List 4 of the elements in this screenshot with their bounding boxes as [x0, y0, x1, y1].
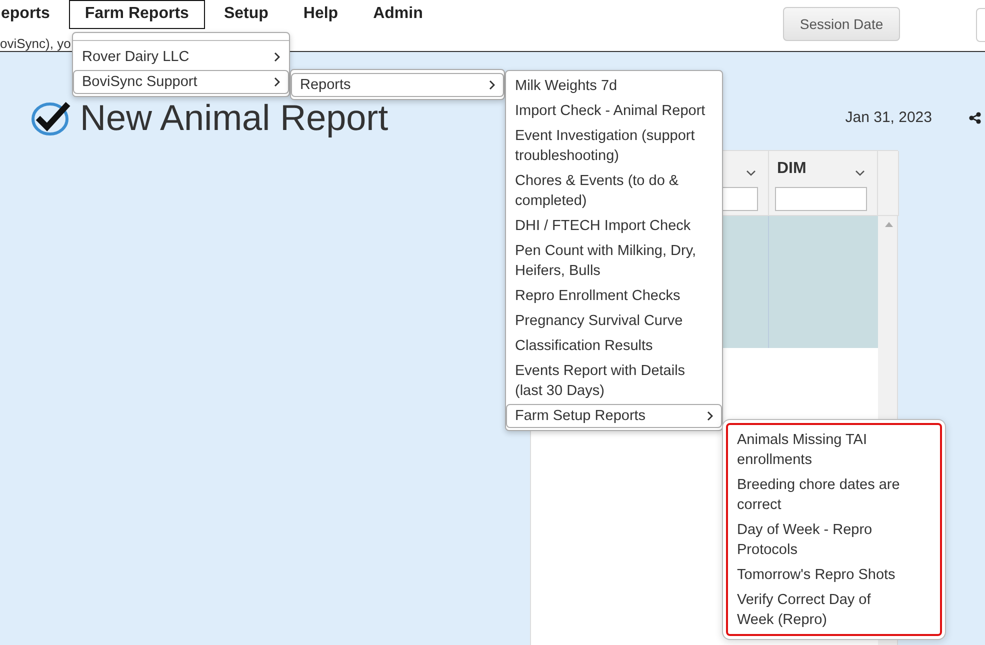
- page-title: New Animal Report: [80, 98, 388, 138]
- column-title: DIM: [777, 160, 806, 177]
- date-text: Jan 31, 2023: [845, 108, 932, 128]
- subtitle-text: oviSync), yo: [0, 35, 71, 53]
